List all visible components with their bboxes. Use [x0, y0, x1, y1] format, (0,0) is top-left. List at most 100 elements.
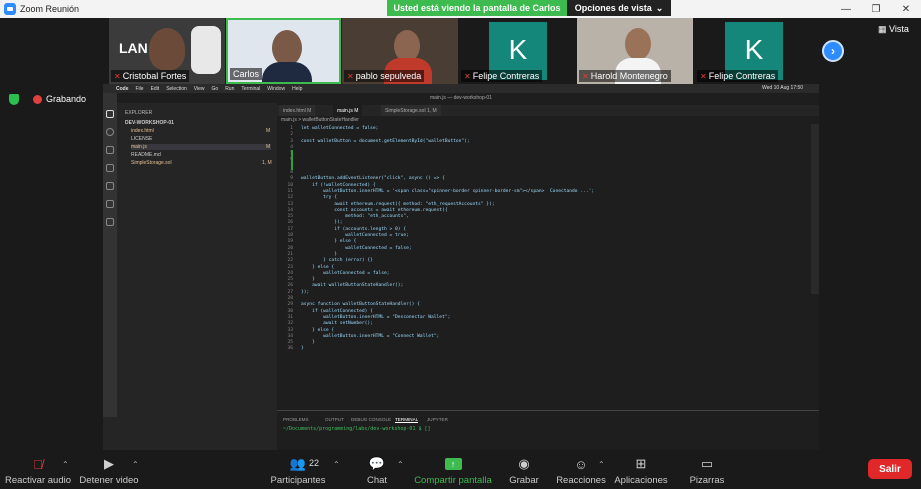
panel-tab: TERMINAL [395, 417, 419, 423]
remote-icon [106, 182, 114, 190]
participant-tile[interactable]: ✕ Harold Montenegro [577, 18, 693, 84]
participant-tile[interactable]: K ✕ Felipe Contreras [695, 18, 811, 84]
participant-name: Carlos [230, 68, 263, 80]
whiteboards-button[interactable]: ▭ Pizarras [688, 455, 726, 489]
participant-tile[interactable]: ✕ pablo sepulveda [342, 18, 458, 84]
maximize-button[interactable]: ❐ [861, 0, 891, 18]
participant-tile[interactable]: K ✕ Felipe Contreras [459, 18, 575, 84]
explorer-lower [103, 417, 277, 450]
menu-item: Go [211, 85, 219, 92]
panel-tab: JUPYTER [427, 417, 448, 422]
muted-mic-icon: ✕ [700, 72, 707, 81]
code-line: } [301, 346, 304, 352]
record-button[interactable]: ◉ Grabar [508, 455, 540, 489]
explorer-file: index.html [131, 128, 154, 134]
view-options-button[interactable]: Opciones de vista ⌄ [567, 0, 671, 16]
menu-item: Selection [166, 85, 187, 92]
participant-count: 22 [309, 458, 320, 468]
terminal-prompt: ~/Documents/programming/labs/dev-worksho… [283, 426, 431, 432]
apps-grid-icon: ⊞ [635, 456, 647, 471]
panel-tab: DEBUG CONSOLE [351, 417, 392, 422]
participants-icon: 👥 [289, 456, 307, 471]
muted-mic-icon: ✕ [114, 72, 121, 81]
view-button[interactable]: ▦ Vista [878, 24, 909, 35]
record-icon: ◉ [518, 456, 530, 471]
menu-item: Terminal [241, 85, 261, 92]
editor-tab: index.html M [279, 105, 316, 116]
chat-bubble-icon: 💬 [368, 456, 386, 471]
chevron-down-icon: ⌄ [655, 2, 664, 13]
chevron-up-icon[interactable]: ⌃ [397, 460, 404, 469]
participant-video [149, 28, 185, 70]
video-camera-icon: ▶ [104, 456, 114, 471]
chevron-up-icon[interactable]: ⌃ [132, 460, 139, 469]
stop-video-button[interactable]: ▶ Detener video [78, 455, 140, 489]
recording-icon [33, 95, 42, 104]
mac-menu-bar: Code File Edit Selection View Go Run Ter… [103, 84, 819, 93]
chevron-up-icon[interactable]: ⌃ [62, 460, 69, 469]
muted-mic-icon: ✕ [582, 72, 589, 81]
code-line: walletButton.innerHTML = '<span class="s… [301, 188, 595, 194]
explorer-file: README.md [131, 152, 161, 158]
vscode-explorer: EXPLORER DEV-WORKSHOP-01 index.html M LI… [117, 103, 277, 417]
code-lines: let walletConnected = false; const wallet… [301, 126, 594, 353]
vscode-window-title: main.js — dev-workshop-01 [430, 95, 492, 101]
git-badge: 1, M [262, 160, 272, 166]
breadcrumb: main.js > walletButtonStateHandler [281, 117, 359, 123]
unmute-audio-button[interactable]: 🎙̸ Reactivar audio [5, 455, 71, 489]
chevron-up-icon[interactable]: ⌃ [333, 460, 340, 469]
line-number: 36 [287, 346, 293, 352]
participant-name: ✕ Felipe Contreras [697, 70, 779, 82]
git-change-indicator [291, 150, 293, 170]
zoom-logo-icon [4, 3, 16, 15]
close-button[interactable]: ✕ [891, 0, 921, 18]
terminal-panel: PROBLEMS OUTPUT DEBUG CONSOLE TERMINAL JUPYT… [277, 410, 819, 450]
chat-button[interactable]: 💬 Chat [362, 455, 392, 489]
extensions-icon [106, 218, 114, 226]
source-control-icon [106, 146, 114, 154]
explorer-file-selected: main.js [131, 144, 271, 150]
grid-icon: ▦ [878, 24, 890, 34]
menu-item: File [135, 85, 144, 92]
share-screen-icon: ↑ [444, 455, 462, 473]
map-graphic [191, 26, 221, 74]
participant-video-body [262, 62, 312, 82]
participant-name: ✕ Felipe Contreras [461, 70, 543, 82]
smiley-icon: ☺ [574, 456, 588, 472]
minimap [811, 124, 819, 294]
mac-clock: Wed 10 Aug 17:50 [762, 85, 804, 91]
code-editor: 1234567891011121314151617181920212223242… [277, 124, 809, 410]
participant-video [272, 30, 302, 66]
muted-mic-icon: ✕ [347, 72, 354, 81]
next-page-arrow-icon[interactable]: › [822, 40, 844, 62]
git-badge: M [266, 128, 271, 134]
editor-tab: SimpleStorage.sol 1, M [381, 105, 441, 116]
security-shield-icon[interactable] [9, 94, 19, 105]
chevron-up-icon[interactable]: ⌃ [598, 460, 605, 469]
share-screen-button[interactable]: ↑ Compartir pantalla [414, 455, 492, 489]
files-icon [106, 110, 114, 118]
participant-tile-active-speaker[interactable]: Carlos [226, 18, 341, 84]
panel-tab: OUTPUT [325, 417, 344, 422]
ethereum-icon [106, 200, 114, 208]
explorer-folder: DEV-WORKSHOP-01 [125, 120, 174, 126]
participant-name: ✕ Harold Montenegro [579, 70, 671, 82]
participant-tile[interactable]: LAN ✕ Cristobal Fortes [109, 18, 225, 84]
menu-item: Window [267, 85, 286, 92]
participant-name: ✕ Cristobal Fortes [111, 70, 190, 82]
panel-tab: PROBLEMS [283, 417, 309, 422]
participant-video [625, 28, 651, 60]
minimize-button[interactable]: — [831, 0, 861, 18]
apps-button[interactable]: ⊞ Aplicaciones [614, 455, 668, 489]
menu-item: Code [116, 85, 129, 92]
menu-item: Edit [150, 85, 160, 92]
window-title: Zoom Reunión [20, 4, 80, 14]
participant-name: ✕ pablo sepulveda [344, 70, 425, 82]
explorer-header: EXPLORER [125, 110, 153, 116]
lan-logo-graphic: LAN [119, 40, 148, 56]
view-options-label: Opciones de vista [574, 3, 652, 13]
explorer-file: LICENSE [131, 136, 153, 142]
menu-item: Run [225, 85, 235, 92]
git-badge: M [266, 144, 271, 150]
leave-meeting-button[interactable]: Salir [868, 459, 912, 479]
